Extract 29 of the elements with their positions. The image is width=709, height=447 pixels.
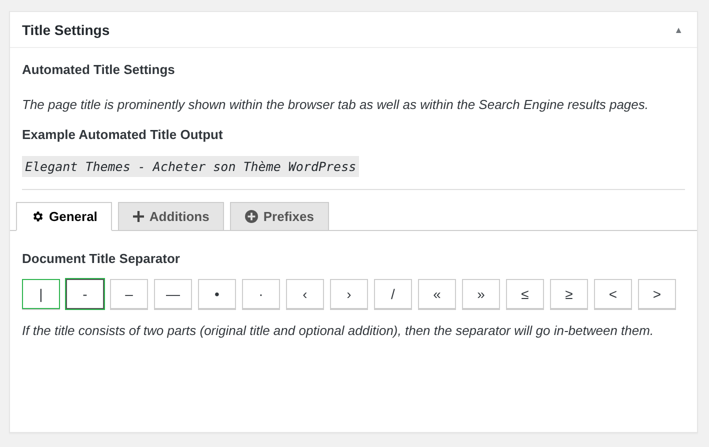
tab[interactable]: General [16, 202, 112, 231]
plus-circle-icon [245, 210, 258, 223]
example-output: Elegant Themes - Acheter son Thème WordPress [22, 156, 360, 177]
separator-option[interactable]: ≤ [506, 279, 544, 309]
example-heading: Example Automated Title Output [22, 127, 224, 142]
panel-title: Title Settings [22, 22, 110, 38]
separator-option[interactable]: • [198, 279, 236, 309]
separator-option[interactable]: — [154, 279, 192, 309]
tab[interactable]: Additions [118, 202, 224, 231]
gear-icon [31, 210, 44, 223]
separator-option[interactable]: » [462, 279, 500, 309]
separator-option[interactable]: < [594, 279, 632, 309]
separator-help: If the title consists of two parts (original title and optional addition), then the separator will go in-between them. [22, 322, 655, 340]
separator-option[interactable]: ‹ [286, 279, 324, 309]
separator-option[interactable]: · [242, 279, 280, 309]
separator-option[interactable]: - [66, 279, 104, 309]
collapse-toggle[interactable]: ▲ [674, 24, 683, 34]
separator-heading: Document Title Separator [22, 251, 181, 266]
section-heading: Automated Title Settings [22, 62, 176, 77]
separator-option[interactable]: – [110, 279, 148, 309]
tab[interactable]: Prefixes [230, 202, 329, 231]
separator-option[interactable]: / [374, 279, 412, 309]
separator-option[interactable]: › [330, 279, 368, 309]
separator-option[interactable]: ≥ [550, 279, 588, 309]
description: The page title is prominently shown within the browser tab as well as within the Search Engine results pages. [22, 96, 650, 114]
separator-option[interactable]: > [638, 279, 676, 309]
plus-icon [133, 211, 144, 222]
separator-option[interactable]: | [22, 279, 60, 309]
separator-option[interactable]: « [418, 279, 456, 309]
